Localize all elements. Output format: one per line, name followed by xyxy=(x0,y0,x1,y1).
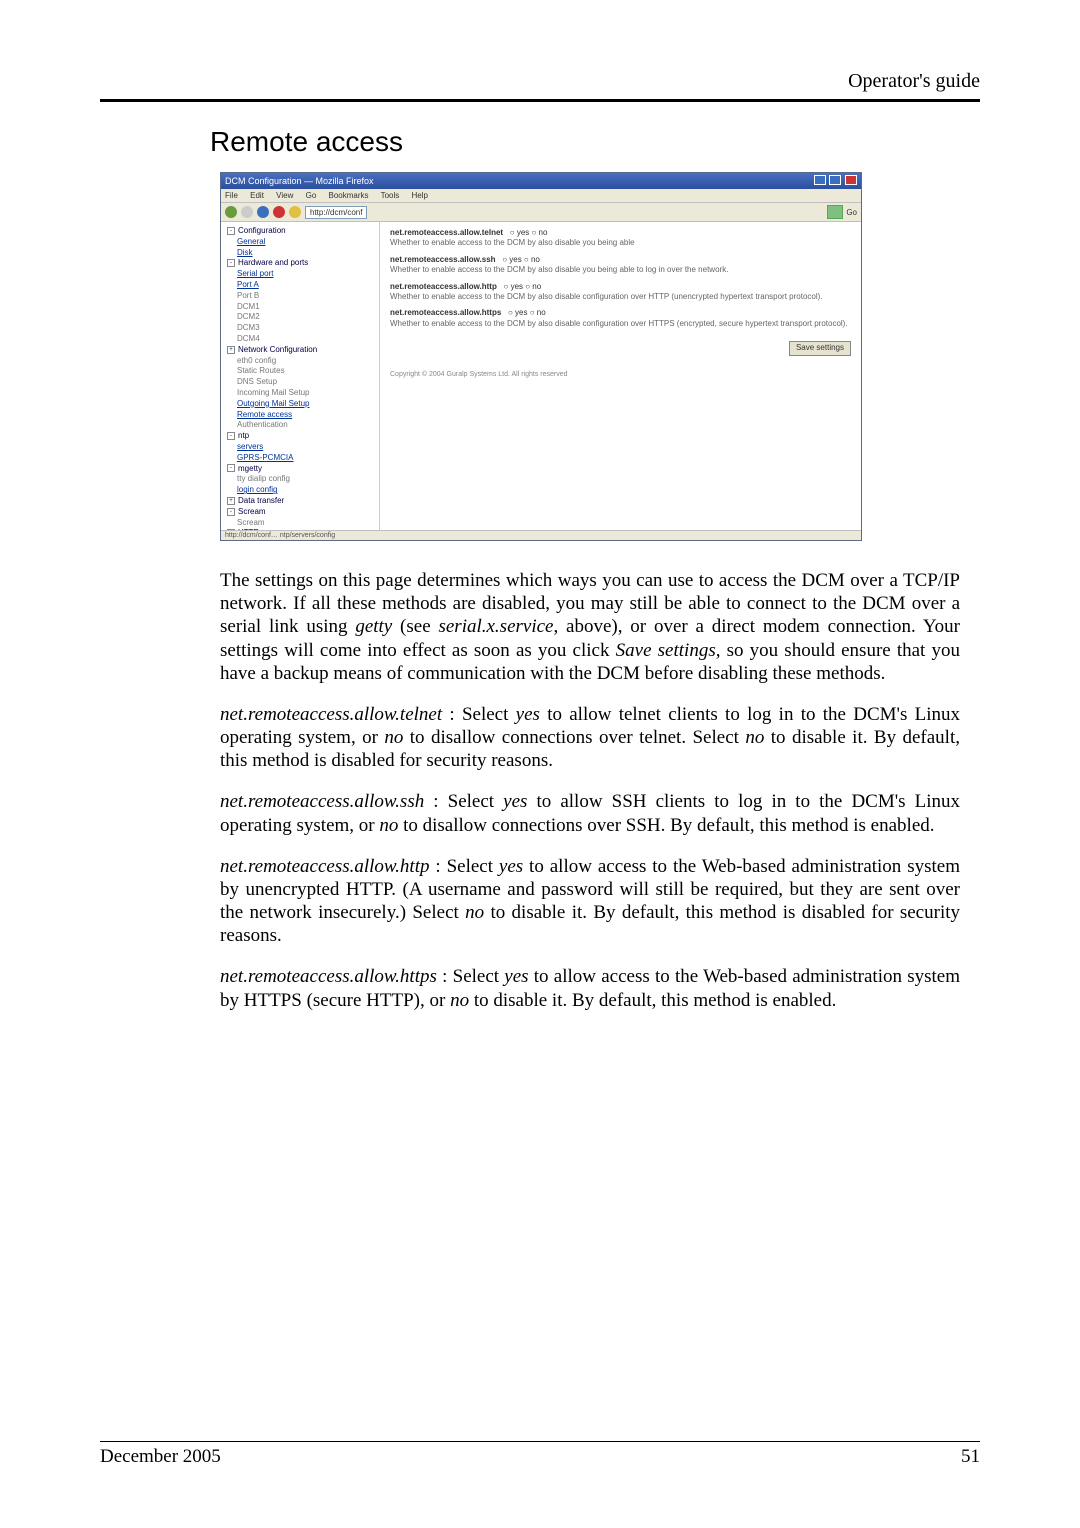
tree-item[interactable]: Remote access xyxy=(227,410,377,421)
close-icon[interactable] xyxy=(845,175,857,185)
setting-item: net.remoteaccess.allow.telnet ○ yes ○ no… xyxy=(390,228,851,249)
window-title: DCM Configuration — Mozilla Firefox xyxy=(225,176,374,186)
tree-item[interactable]: GPRS-PCMCIA xyxy=(227,453,377,464)
menu-view[interactable]: View xyxy=(276,191,293,200)
window-buttons xyxy=(813,175,857,187)
header-rule xyxy=(100,99,980,102)
tree-item: DNS Setup xyxy=(227,377,377,388)
page-header-right: Operator's guide xyxy=(100,70,980,93)
minimize-icon[interactable] xyxy=(814,175,826,185)
tree-item: -mgetty xyxy=(227,464,377,475)
browser-toolbar: http://dcm/conf Go xyxy=(221,203,861,222)
menu-help[interactable]: Help xyxy=(412,191,428,200)
tree-item[interactable]: login config xyxy=(227,485,377,496)
browser-menu: File Edit View Go Bookmarks Tools Help xyxy=(221,189,861,203)
setting-item: net.remoteaccess.allow.ssh ○ yes ○ noWhe… xyxy=(390,255,851,276)
paragraph-ssh: net.remoteaccess.allow.ssh : Select yes … xyxy=(220,790,960,836)
tree-item: DCM3 xyxy=(227,323,377,334)
tree-item: Authentication xyxy=(227,420,377,431)
tree-item[interactable]: Serial port xyxy=(227,269,377,280)
menu-go[interactable]: Go xyxy=(306,191,317,200)
tree-item: tty dialip config xyxy=(227,474,377,485)
page-footer: December 2005 51 xyxy=(100,1441,980,1468)
save-settings-button[interactable]: Save settings xyxy=(789,341,851,355)
home-icon[interactable] xyxy=(289,206,301,218)
tree-item: -Hardware and ports xyxy=(227,258,377,269)
tree-item[interactable]: General xyxy=(227,237,377,248)
tree-item: DCM2 xyxy=(227,312,377,323)
tree-item: -Scream xyxy=(227,507,377,518)
maximize-icon[interactable] xyxy=(829,175,841,185)
stop-icon[interactable] xyxy=(273,206,285,218)
tree-item: Static Routes xyxy=(227,366,377,377)
menu-file[interactable]: File xyxy=(225,191,238,200)
reload-icon[interactable] xyxy=(257,206,269,218)
tree-item: -ntp xyxy=(227,431,377,442)
tree-item[interactable]: Disk xyxy=(227,248,377,259)
body-text: The settings on this page determines whi… xyxy=(220,569,960,1012)
tree-item: +HTTP xyxy=(227,528,377,530)
menu-edit[interactable]: Edit xyxy=(250,191,264,200)
tree-item[interactable]: servers xyxy=(227,442,377,453)
go-button[interactable] xyxy=(827,205,843,219)
menu-bookmarks[interactable]: Bookmarks xyxy=(329,191,369,200)
tree-item[interactable]: Port A xyxy=(227,280,377,291)
config-tree[interactable]: -ConfigurationGeneralDisk-Hardware and p… xyxy=(221,222,380,530)
footer-date: December 2005 xyxy=(100,1446,221,1468)
setting-item: net.remoteaccess.allow.https ○ yes ○ noW… xyxy=(390,308,851,329)
tree-item: +Network Configuration xyxy=(227,345,377,356)
screenshot-copyright: Copyright © 2004 Guralp Systems Ltd. All… xyxy=(390,370,851,379)
tree-item: DCM1 xyxy=(227,302,377,313)
paragraph-http: net.remoteaccess.allow.http : Select yes… xyxy=(220,855,960,948)
tree-item: Incoming Mail Setup xyxy=(227,388,377,399)
setting-item: net.remoteaccess.allow.http ○ yes ○ noWh… xyxy=(390,282,851,303)
tree-item: -Configuration xyxy=(227,226,377,237)
go-label: Go xyxy=(846,208,857,217)
paragraph-intro: The settings on this page determines whi… xyxy=(220,569,960,685)
forward-icon[interactable] xyxy=(241,206,253,218)
tree-item: Scream xyxy=(227,518,377,529)
browser-statusbar: http://dcm/conf… ntp/servers/config xyxy=(221,530,861,540)
window-titlebar: DCM Configuration — Mozilla Firefox xyxy=(221,173,861,189)
url-field[interactable]: http://dcm/conf xyxy=(305,206,367,219)
section-title: Remote access xyxy=(210,126,980,158)
menu-tools[interactable]: Tools xyxy=(381,191,400,200)
back-icon[interactable] xyxy=(225,206,237,218)
tree-item: Port B xyxy=(227,291,377,302)
paragraph-telnet: net.remoteaccess.allow.telnet : Select y… xyxy=(220,703,960,773)
paragraph-https: net.remoteaccess.allow.https : Select ye… xyxy=(220,965,960,1011)
tree-item[interactable]: Outgoing Mail Setup xyxy=(227,399,377,410)
tree-item: +Data transfer xyxy=(227,496,377,507)
tree-item: DCM4 xyxy=(227,334,377,345)
tree-item: eth0 config xyxy=(227,356,377,367)
footer-page-number: 51 xyxy=(961,1446,980,1468)
footer-rule xyxy=(100,1441,980,1442)
config-content: net.remoteaccess.allow.telnet ○ yes ○ no… xyxy=(380,222,861,530)
browser-screenshot: DCM Configuration — Mozilla Firefox File… xyxy=(220,172,862,541)
